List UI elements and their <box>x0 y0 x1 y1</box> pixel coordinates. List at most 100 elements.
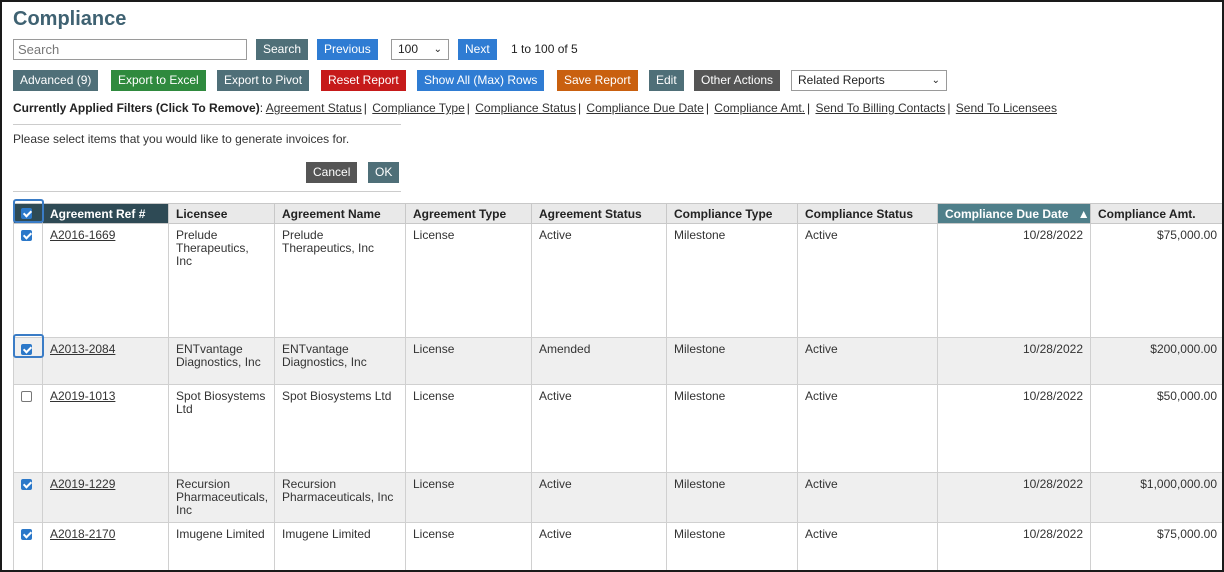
export-pivot-button[interactable]: Export to Pivot <box>217 70 310 91</box>
agreement-status-cell: Amended <box>531 337 667 385</box>
filter-send-to-billing-contacts[interactable]: Send To Billing Contacts <box>815 101 945 115</box>
row-select-cell <box>13 384 43 473</box>
agreement-status-cell: Active <box>531 522 667 570</box>
compliance-type-cell: Milestone <box>666 384 798 473</box>
chevron-down-icon: ⌄ <box>433 44 442 55</box>
amount-cell: $1,000,000.00 <box>1090 472 1222 523</box>
table-row: A2019-1013 Spot Biosystems Ltd Spot Bios… <box>13 384 1222 473</box>
applied-filters: Currently Applied Filters (Click To Remo… <box>13 101 1057 115</box>
filter-compliance-type[interactable]: Compliance Type <box>372 101 465 115</box>
compliance-table: Agreement Ref # Licensee Agreement Name … <box>13 203 1222 570</box>
amount-cell: $75,000.00 <box>1090 223 1222 338</box>
compliance-type-cell: Milestone <box>666 223 798 338</box>
amount-cell: $75,000.00 <box>1090 522 1222 570</box>
row-select-cell <box>13 223 43 338</box>
agreement-name-cell: Prelude Therapeutics, Inc <box>274 223 406 338</box>
agreement-type-cell: License <box>405 384 532 473</box>
column-header-compliance-type[interactable]: Compliance Type <box>666 203 798 224</box>
compliance-status-cell: Active <box>797 522 938 570</box>
compliance-status-cell: Active <box>797 384 938 473</box>
export-excel-button[interactable]: Export to Excel <box>111 70 206 91</box>
ok-button[interactable]: OK <box>368 162 400 183</box>
other-actions-button[interactable]: Other Actions <box>694 70 781 91</box>
due-date-cell: 10/28/2022 <box>937 337 1091 385</box>
column-header-compliance-due-date[interactable]: Compliance Due Date ▲ <box>937 203 1091 224</box>
row-select-cell <box>13 522 43 570</box>
amount-cell: $200,000.00 <box>1090 337 1222 385</box>
licensee-cell: ENTvantage Diagnostics, Inc <box>168 337 275 385</box>
compliance-type-cell: Milestone <box>666 472 798 523</box>
amount-cell: $50,000.00 <box>1090 384 1222 473</box>
due-date-cell: 10/28/2022 <box>937 384 1091 473</box>
agreement-ref-link[interactable]: A2018-2170 <box>50 527 115 541</box>
row-checkbox-highlight <box>13 334 44 358</box>
filter-compliance-amt[interactable]: Compliance Amt. <box>714 101 805 115</box>
due-date-cell: 10/28/2022 <box>937 472 1091 523</box>
next-button[interactable]: Next <box>458 39 497 60</box>
agreement-ref-cell: A2018-2170 <box>42 522 169 570</box>
compliance-status-cell: Active <box>797 472 938 523</box>
column-header-agreement-ref[interactable]: Agreement Ref # <box>42 203 169 224</box>
agreement-type-cell: License <box>405 472 532 523</box>
related-reports-select[interactable]: Related Reports ⌄ <box>791 70 947 91</box>
column-header-agreement-type[interactable]: Agreement Type <box>405 203 532 224</box>
advanced-button[interactable]: Advanced (9) <box>13 70 99 91</box>
agreement-type-cell: License <box>405 223 532 338</box>
filter-compliance-status[interactable]: Compliance Status <box>475 101 576 115</box>
table-row: A2013-2084 ENTvantage Diagnostics, Inc E… <box>13 337 1222 385</box>
licensee-cell: Imugene Limited <box>168 522 275 570</box>
table-header-row: Agreement Ref # Licensee Agreement Name … <box>13 203 1222 224</box>
cancel-button[interactable]: Cancel <box>306 162 358 183</box>
filter-agreement-status[interactable]: Agreement Status <box>266 101 362 115</box>
reset-report-button[interactable]: Reset Report <box>321 70 406 91</box>
sort-ascending-icon: ▲ <box>1077 206 1090 221</box>
column-header-compliance-amt[interactable]: Compliance Amt. <box>1090 203 1222 224</box>
table-row: A2016-1669 Prelude Therapeutics, Inc Pre… <box>13 223 1222 338</box>
licensee-cell: Prelude Therapeutics, Inc <box>168 223 275 338</box>
agreement-status-cell: Active <box>531 384 667 473</box>
agreement-name-cell: Recursion Pharmaceuticals, Inc <box>274 472 406 523</box>
edit-button[interactable]: Edit <box>649 70 684 91</box>
column-header-compliance-status[interactable]: Compliance Status <box>797 203 938 224</box>
save-report-button[interactable]: Save Report <box>557 70 638 91</box>
show-all-rows-button[interactable]: Show All (Max) Rows <box>417 70 545 91</box>
compliance-status-cell: Active <box>797 337 938 385</box>
paging-range: 1 to 100 of 5 <box>511 42 578 56</box>
row-checkbox[interactable] <box>21 479 32 490</box>
page-size-select[interactable]: 100 ⌄ <box>391 39 449 60</box>
divider <box>13 124 401 125</box>
compliance-type-cell: Milestone <box>666 337 798 385</box>
filter-send-to-licensees[interactable]: Send To Licensees <box>956 101 1057 115</box>
row-checkbox[interactable] <box>21 391 32 402</box>
compliance-type-cell: Milestone <box>666 522 798 570</box>
column-header-licensee[interactable]: Licensee <box>168 203 275 224</box>
agreement-ref-link[interactable]: A2019-1229 <box>50 477 115 491</box>
column-header-agreement-status[interactable]: Agreement Status <box>531 203 667 224</box>
agreement-status-cell: Active <box>531 472 667 523</box>
agreement-ref-cell: A2013-2084 <box>42 337 169 385</box>
row-checkbox[interactable] <box>21 529 32 540</box>
search-button[interactable]: Search <box>256 39 309 60</box>
column-header-compliance-due-date-label: Compliance Due Date <box>945 206 1069 221</box>
due-date-cell: 10/28/2022 <box>937 522 1091 570</box>
agreement-ref-link[interactable]: A2016-1669 <box>50 228 115 242</box>
chevron-down-icon: ⌄ <box>931 75 940 86</box>
select-all-highlight <box>13 199 44 223</box>
agreement-ref-link[interactable]: A2019-1013 <box>50 389 115 403</box>
invoice-message: Please select items that you would like … <box>13 132 350 146</box>
compliance-status-cell: Active <box>797 223 938 338</box>
licensee-cell: Spot Biosystems Ltd <box>168 384 275 473</box>
search-input[interactable] <box>13 39 247 60</box>
previous-button[interactable]: Previous <box>317 39 378 60</box>
agreement-status-cell: Active <box>531 223 667 338</box>
agreement-ref-cell: A2019-1013 <box>42 384 169 473</box>
table-row: A2019-1229 Recursion Pharmaceuticals, In… <box>13 472 1222 523</box>
filter-compliance-due-date[interactable]: Compliance Due Date <box>586 101 703 115</box>
row-checkbox[interactable] <box>21 230 32 241</box>
agreement-name-cell: ENTvantage Diagnostics, Inc <box>274 337 406 385</box>
agreement-type-cell: License <box>405 337 532 385</box>
column-header-agreement-name[interactable]: Agreement Name <box>274 203 406 224</box>
agreement-ref-link[interactable]: A2013-2084 <box>50 342 115 356</box>
due-date-cell: 10/28/2022 <box>937 223 1091 338</box>
row-select-cell <box>13 472 43 523</box>
